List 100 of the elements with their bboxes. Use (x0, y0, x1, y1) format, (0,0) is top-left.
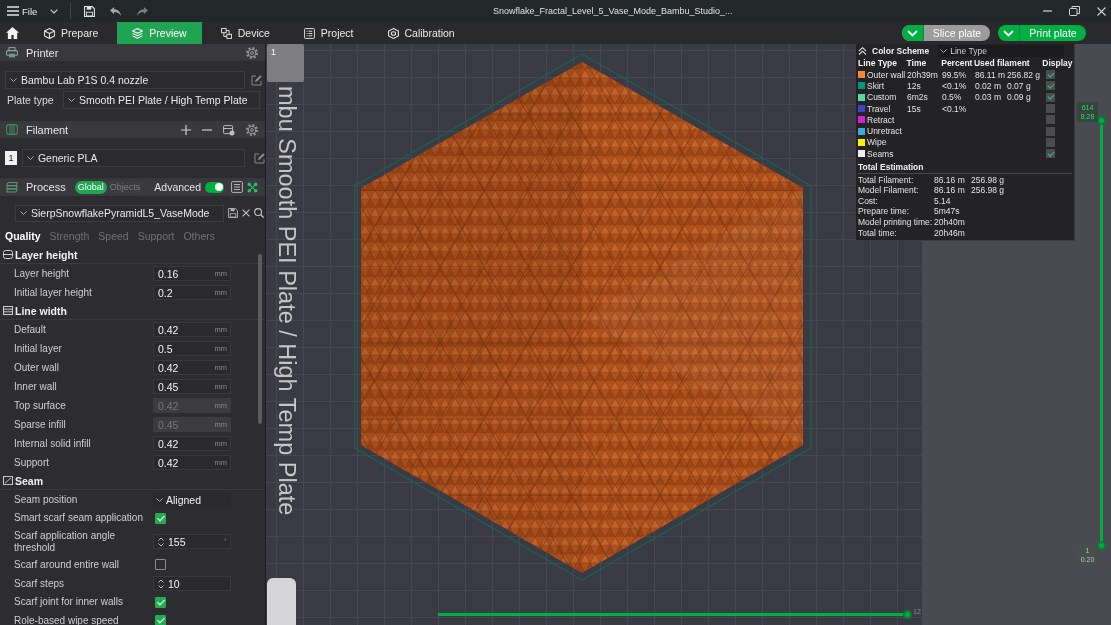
nodes-icon[interactable] (247, 181, 258, 193)
group-title: Line width (15, 304, 67, 317)
scrollbar[interactable] (258, 254, 262, 424)
close-icon[interactable] (242, 209, 250, 217)
slider-handle[interactable] (903, 610, 912, 619)
estimation-value: 20h46m (934, 227, 966, 238)
cube-icon (44, 27, 55, 39)
caret-icon (26, 156, 34, 160)
checkbox[interactable] (155, 559, 166, 571)
dropdown[interactable]: SierpSnowflakePyramidL5_VaseMode (15, 204, 224, 222)
advanced-toggle[interactable] (205, 181, 224, 193)
window-title: Snowflake_Fractal_Level_5_Vase_Mode_Bambu_Studio_... (493, 6, 733, 16)
section-title: Filament (26, 123, 69, 136)
column-header: Line Type (858, 58, 899, 68)
settings-icon[interactable] (246, 123, 258, 136)
line-type-label: Custom (867, 92, 897, 103)
weight-value: 256.82 g (1007, 69, 1042, 80)
list-icon[interactable] (231, 181, 243, 193)
layers-icon (6, 181, 18, 193)
caret-icon[interactable] (50, 8, 59, 14)
setting-label: Inner wall (13, 380, 58, 393)
scheme-dropdown[interactable]: Line Type (938, 44, 1065, 57)
edit-icon[interactable] (254, 152, 265, 164)
list-icon (303, 27, 315, 39)
plus-icon[interactable] (181, 124, 191, 135)
tab[interactable]: Device (205, 22, 285, 44)
checkbox[interactable] (1046, 115, 1055, 125)
dropdown[interactable]: Generic PLA (21, 149, 245, 167)
spin-field[interactable]: 10 (153, 576, 231, 591)
column-header: Percent (941, 58, 974, 68)
plate-name-label: mbu Smooth PEI Plate / High Temp Plate (274, 86, 299, 516)
group-title: Seam (15, 474, 44, 487)
line-type-label: Unretract (867, 126, 902, 137)
estimation-title: Total Estimation (858, 161, 1072, 175)
dropdown[interactable]: Bambu Lab P1S 0.4 nozzle (5, 71, 245, 89)
checkbox[interactable] (155, 615, 166, 625)
setting-label: Seam position (13, 493, 79, 506)
column-header: Used filament (973, 58, 1031, 68)
time-value: 6m2s (907, 92, 929, 103)
weight-value: 0.07 g (1007, 80, 1032, 91)
checkbox[interactable] (1046, 104, 1055, 114)
checkbox[interactable] (155, 512, 166, 524)
setting-label: Scarf application angle threshold (13, 529, 117, 554)
estimation-value: 256.98 g (971, 185, 1005, 196)
setting-label: Role-based wipe speed (13, 614, 120, 625)
menu-icon (7, 6, 19, 16)
tab[interactable]: Project (288, 22, 369, 44)
setting-label: Initial layer (13, 342, 63, 355)
estimation-value: 256.98 g (971, 174, 1005, 185)
minus-icon[interactable] (202, 128, 212, 131)
plate-thumbnail[interactable]: 1 (267, 44, 304, 82)
tab[interactable]: Calibration (372, 22, 470, 44)
estimation-value: 20h40m (934, 217, 966, 228)
estimation-value: 86.16 m (934, 185, 966, 196)
save-icon[interactable] (228, 208, 238, 218)
setting-label: Top surface (13, 399, 67, 412)
slot-number: 1 (5, 151, 17, 165)
field-label: Plate type (7, 94, 55, 106)
estimation-value: 86.16 m (934, 174, 966, 185)
square-diagonal-icon (3, 476, 13, 485)
checkbox[interactable] (1046, 137, 1055, 147)
home-icon[interactable] (6, 27, 19, 39)
percent-value: 99.5% (942, 69, 968, 80)
line-type-label: Skirt (867, 80, 884, 91)
line-type-label: Outer wall (867, 69, 906, 80)
estimation-label: Total Filament: (858, 174, 915, 185)
caret-icon (156, 497, 163, 502)
close-icon[interactable] (1097, 6, 1106, 16)
line-type-label: Travel (867, 103, 891, 114)
collapse-icon[interactable] (858, 46, 867, 55)
redo-icon[interactable] (137, 6, 149, 16)
caret-icon (940, 48, 948, 53)
checkbox[interactable] (1046, 81, 1055, 91)
lines-icon (3, 306, 13, 315)
setting-label: Internal solid infill (13, 437, 92, 450)
checkbox[interactable] (155, 596, 166, 608)
setting-label: Default (13, 323, 47, 336)
search-icon[interactable] (254, 208, 264, 218)
section-title: Process (26, 181, 66, 193)
file-menu-button[interactable]: File (0, 0, 38, 22)
chevron-down-icon (998, 25, 1020, 41)
dropdown[interactable]: Smooth PEI Plate / High Temp Plate (63, 91, 260, 109)
edit-icon[interactable] (251, 74, 262, 86)
section-title: Printer (26, 46, 59, 59)
tab[interactable]: Prepare (29, 22, 114, 44)
checkbox[interactable] (1046, 92, 1055, 102)
checkbox[interactable] (1046, 126, 1055, 136)
linked-boxes-icon (220, 27, 232, 39)
estimation-label: Model printing time: (858, 217, 934, 228)
spin-arrows-icon (158, 536, 164, 547)
length-value: 86.11 m (975, 69, 1007, 80)
setting-label: Initial layer height (13, 286, 93, 299)
setting-label: Scarf around entire wall (13, 558, 121, 571)
undo-icon[interactable] (110, 6, 122, 16)
tab[interactable]: Quality (5, 229, 41, 242)
restore-icon[interactable] (1069, 6, 1080, 16)
plate-thumbnail[interactable] (267, 578, 296, 625)
settings-icon[interactable] (246, 46, 258, 59)
checkbox[interactable] (1046, 70, 1055, 80)
checkbox[interactable] (1046, 149, 1055, 159)
